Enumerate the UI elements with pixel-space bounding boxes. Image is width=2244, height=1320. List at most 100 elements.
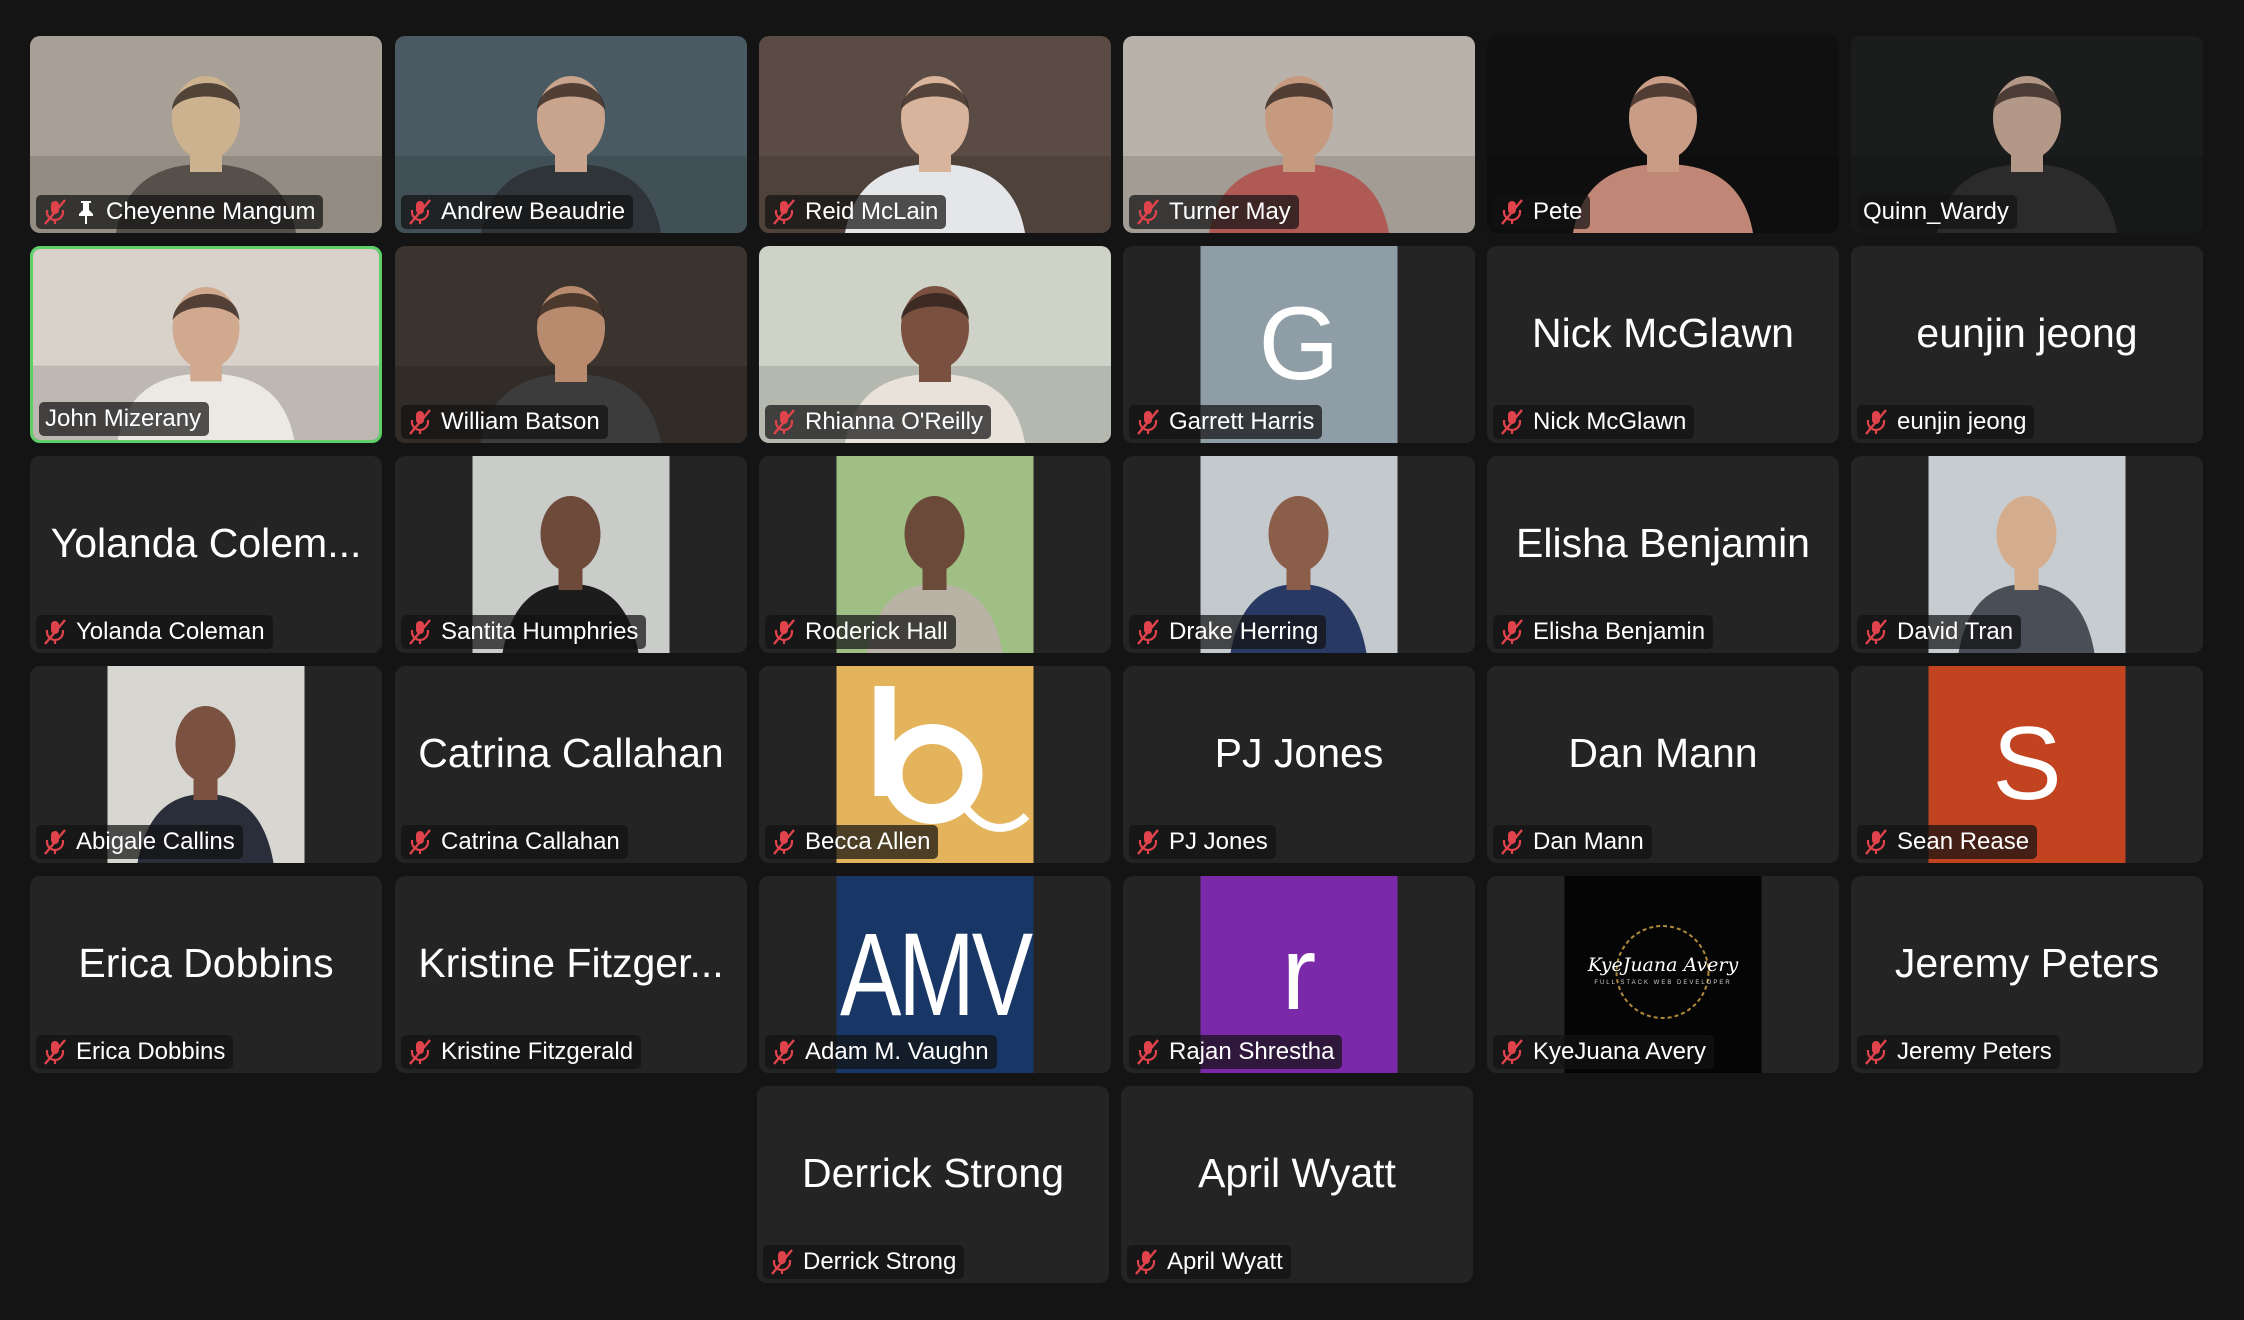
participant-tile[interactable]: Turner May [1123,36,1475,233]
mic-muted-icon [1135,618,1161,646]
participant-tile[interactable]: Jeremy Peters Jeremy Peters [1851,876,2203,1073]
mic-muted-icon [407,198,433,226]
participant-name: Becca Allen [805,828,931,855]
participant-tile[interactable]: G Garrett Harris [1123,246,1475,443]
participant-name: Garrett Harris [1169,408,1315,435]
participant-name-label: Pete [1493,195,1591,229]
participant-display-name: Catrina Callahan [418,730,724,776]
participant-display-name: Kristine Fitzger... [418,940,724,986]
participant-name: Andrew Beaudrie [441,198,626,225]
participant-tile[interactable]: Yolanda Colem... Yolanda Coleman [30,456,382,653]
participant-name: eunjin jeong [1897,408,2027,435]
mic-muted-icon [1135,198,1161,226]
participant-name: Dan Mann [1533,828,1644,855]
participant-tile[interactable]: S Sean Rease [1851,666,2203,863]
participant-name-label: Catrina Callahan [401,825,628,859]
gallery-view: Cheyenne Mangum Andrew Beaudrie Reid McL… [0,0,2244,1320]
participant-tile[interactable]: eunjin jeong eunjin jeong [1851,246,2203,443]
participant-name-label: Adam M. Vaughn [765,1035,997,1069]
mic-muted-icon [42,828,68,856]
participant-tile[interactable]: David Tran [1851,456,2203,653]
participant-tile[interactable]: Dan Mann Dan Mann [1487,666,1839,863]
participant-name-label: Kristine Fitzgerald [401,1035,642,1069]
participant-name-label: Sean Rease [1857,825,2038,859]
participant-tile[interactable]: Erica Dobbins Erica Dobbins [30,876,382,1073]
participant-name-label: Jeremy Peters [1857,1035,2060,1069]
participant-tile[interactable]: Quinn_Wardy [1851,36,2203,233]
participant-tile[interactable]: Becca Allen [759,666,1111,863]
participant-name: Adam M. Vaughn [805,1038,989,1065]
participant-tile[interactable]: r Rajan Shrestha [1123,876,1475,1073]
participant-tile[interactable]: KyeJuana Avery FULL STACK WEB DEVELOPER K… [1487,876,1839,1073]
participant-tile[interactable]: Abigale Callins [30,666,382,863]
participant-display-name: eunjin jeong [1916,310,2138,356]
participant-name-label: John Mizerany [39,402,210,436]
participant-tile[interactable]: Drake Herring [1123,456,1475,653]
participant-name-label: Abigale Callins [36,825,243,859]
participant-tile[interactable]: Nick McGlawn Nick McGlawn [1487,246,1839,443]
participant-tile[interactable]: Santita Humphries [395,456,747,653]
participant-tile[interactable]: Reid McLain [759,36,1111,233]
participant-display-name: Elisha Benjamin [1516,520,1810,566]
participant-name: John Mizerany [45,405,202,432]
participant-name: Rajan Shrestha [1169,1038,1335,1065]
participant-display-name: April Wyatt [1198,1150,1396,1196]
mic-muted-icon [1863,618,1889,646]
participant-name: Jeremy Peters [1897,1038,2052,1065]
mic-muted-icon [407,828,433,856]
participant-tile[interactable]: PJ Jones PJ Jones [1123,666,1475,863]
participant-display-name: Erica Dobbins [78,940,334,986]
participant-name: Nick McGlawn [1533,408,1687,435]
participant-tile[interactable]: Catrina Callahan Catrina Callahan [395,666,747,863]
mic-muted-icon [1135,828,1161,856]
pin-icon [76,199,96,225]
participant-display-name: Jeremy Peters [1894,940,2160,986]
participant-name-label: Cheyenne Mangum [36,195,324,229]
participant-name-label: Yolanda Coleman [36,615,273,649]
participant-display-name: PJ Jones [1214,730,1384,776]
participant-name: KyeJuana Avery [1533,1038,1707,1065]
participant-name: Yolanda Coleman [76,618,265,645]
participant-tile[interactable]: AMV Adam M. Vaughn [759,876,1111,1073]
participant-name-label: Reid McLain [765,195,947,229]
participant-name-label: Quinn_Wardy [1857,195,2017,229]
participant-name: Sean Rease [1897,828,2030,855]
mic-muted-icon [771,828,797,856]
mic-muted-icon [407,1038,433,1066]
participant-name: Drake Herring [1169,618,1319,645]
participant-name: PJ Jones [1169,828,1268,855]
participant-tile[interactable]: Rhianna O'Reilly [759,246,1111,443]
participant-name-label: Derrick Strong [763,1245,965,1279]
participant-name: Derrick Strong [803,1248,957,1275]
mic-muted-icon [771,618,797,646]
participant-name-label: Andrew Beaudrie [401,195,634,229]
participant-tile[interactable]: Andrew Beaudrie [395,36,747,233]
participant-name-label: Roderick Hall [765,615,956,649]
participant-tile[interactable]: William Batson [395,246,747,443]
mic-muted-icon [1499,198,1525,226]
participant-name-label: Becca Allen [765,825,939,859]
participant-name-label: Erica Dobbins [36,1035,234,1069]
participant-tile[interactable]: Roderick Hall [759,456,1111,653]
participant-tile[interactable]: April Wyatt April Wyatt [1121,1086,1473,1283]
participant-tile[interactable]: John Mizerany [30,246,382,443]
participant-tile[interactable]: Derrick Strong Derrick Strong [757,1086,1109,1283]
participant-name-label: Elisha Benjamin [1493,615,1714,649]
mic-muted-icon [1133,1248,1159,1276]
participant-name-label: William Batson [401,405,608,439]
participant-name: April Wyatt [1167,1248,1283,1275]
participant-name-label: KyeJuana Avery [1493,1035,1715,1069]
participant-name: Reid McLain [805,198,939,225]
participant-name-label: David Tran [1857,615,2022,649]
mic-muted-icon [407,408,433,436]
participant-name-label: Garrett Harris [1129,405,1323,439]
participant-tile[interactable]: Pete [1487,36,1839,233]
participant-name: William Batson [441,408,600,435]
mic-muted-icon [1863,828,1889,856]
participant-tile[interactable]: Kristine Fitzger... Kristine Fitzgerald [395,876,747,1073]
mic-muted-icon [771,1038,797,1066]
participant-tile[interactable]: Elisha Benjamin Elisha Benjamin [1487,456,1839,653]
participant-name: Rhianna O'Reilly [805,408,983,435]
mic-muted-icon [1863,1038,1889,1066]
participant-tile[interactable]: Cheyenne Mangum [30,36,382,233]
